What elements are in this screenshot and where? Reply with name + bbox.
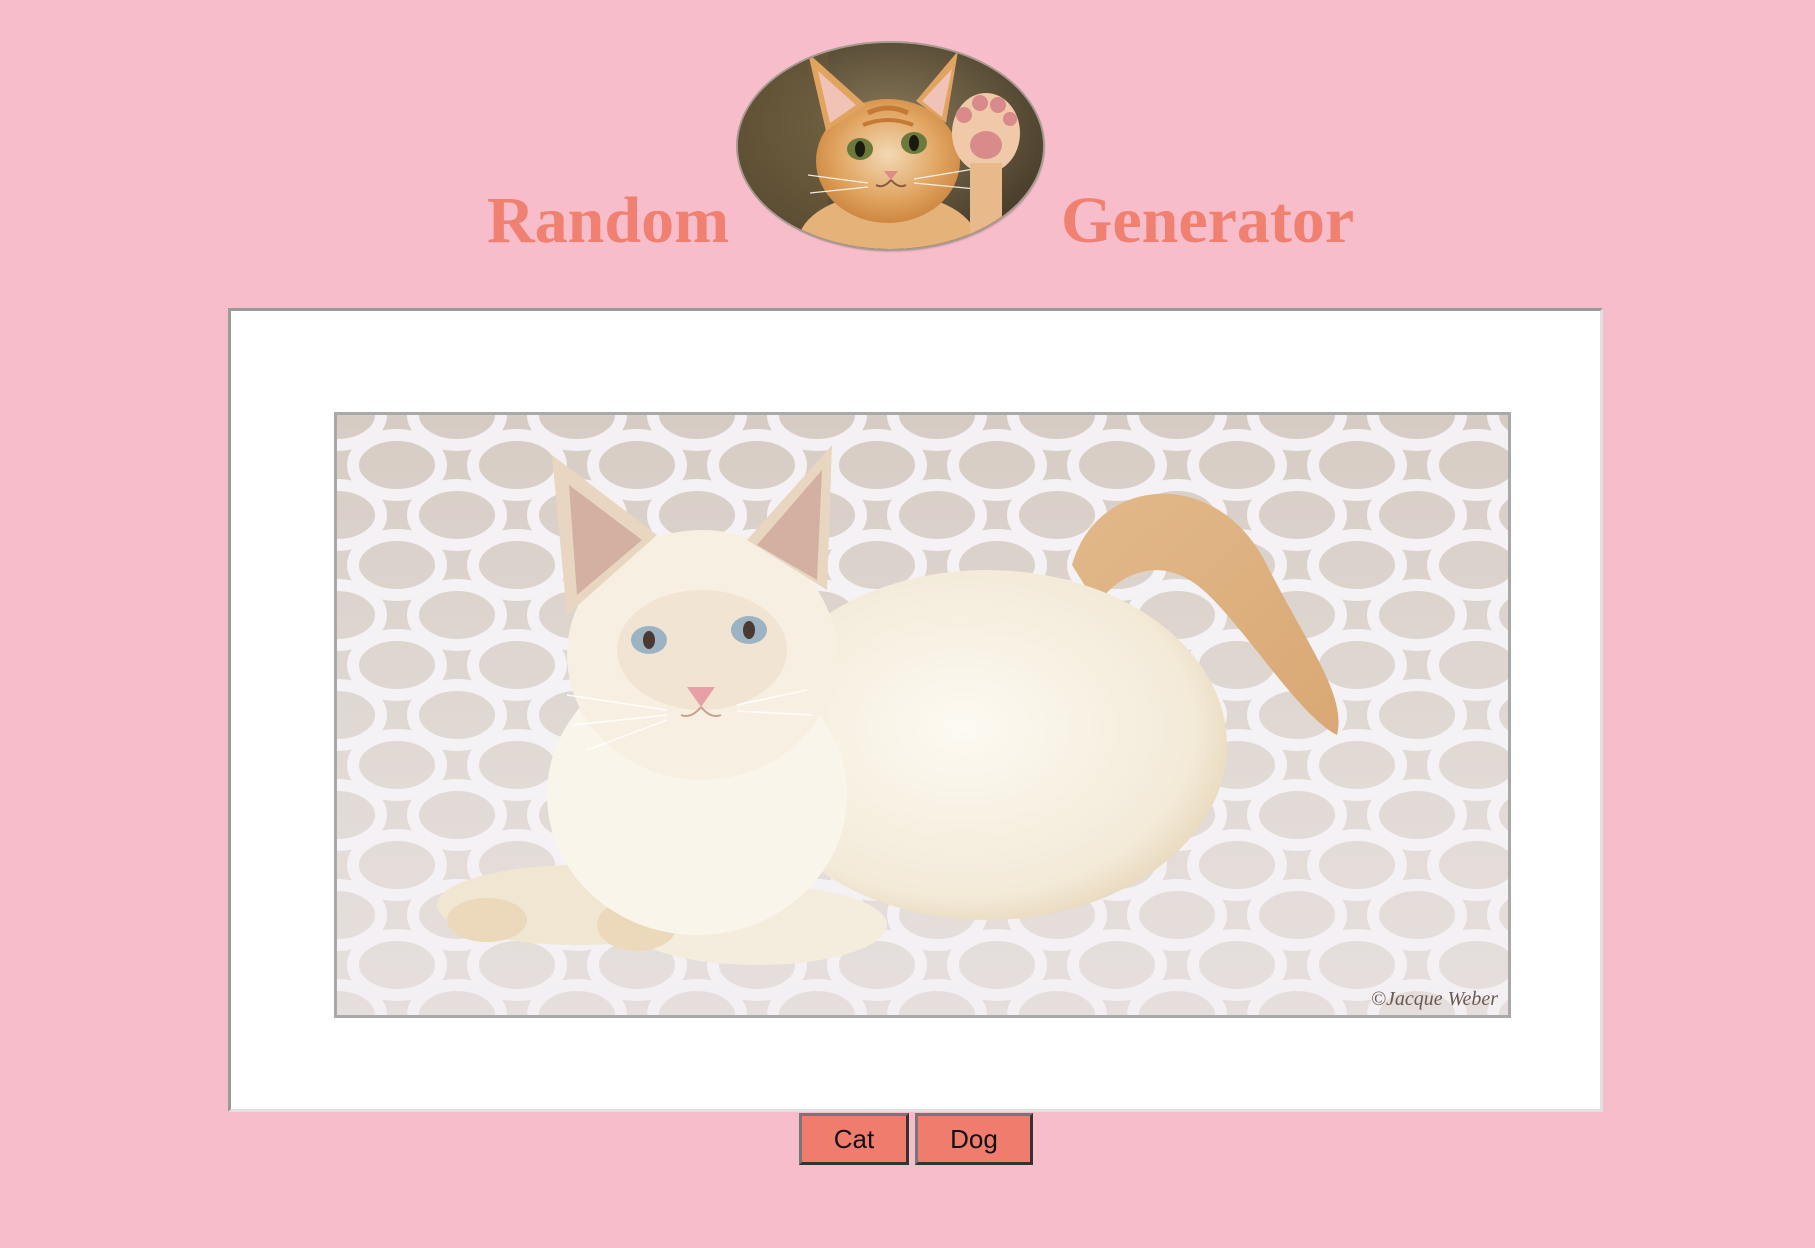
title-generator: Generator (1061, 184, 1355, 257)
kitten-logo-image (738, 43, 1043, 249)
cat-photo-drawing (337, 415, 1508, 1015)
photo-watermark: ©Jacque Weber (1370, 988, 1498, 1010)
page: Random Generator ©Jacque Weber Cat Dog (0, 0, 1815, 1248)
image-frame: ©Jacque Weber (228, 308, 1603, 1112)
dog-button[interactable]: Dog (915, 1113, 1033, 1165)
kitten-logo-drawing (738, 43, 1043, 249)
title-random: Random (487, 184, 730, 257)
random-animal-image: ©Jacque Weber (334, 412, 1511, 1018)
cat-button[interactable]: Cat (799, 1113, 909, 1165)
